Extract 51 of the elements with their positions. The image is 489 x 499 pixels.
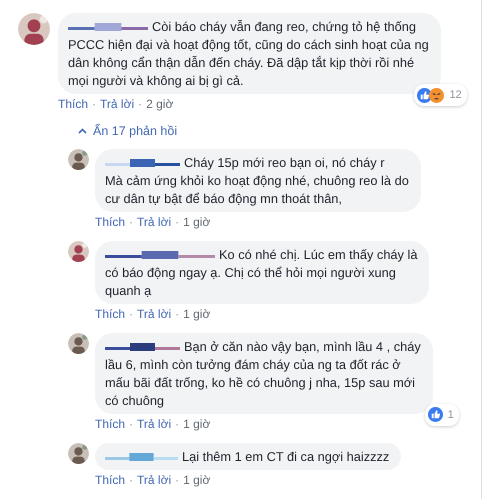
comment-text: Còi báo cháy vẫn đang reo, chứng tỏ hệ thống xyxy=(152,18,416,36)
comment-text: lầu 6, mình còn tưởng đám cháy của ng ta đốt rác ở xyxy=(105,356,401,374)
avatar[interactable] xyxy=(18,13,50,45)
timestamp: 1 giờ xyxy=(183,306,210,321)
avatar[interactable] xyxy=(68,240,89,262)
separator-dot: · xyxy=(129,416,134,431)
hide-replies-link[interactable]: Ẩn 17 phản hồi xyxy=(93,122,178,141)
separator-dot: · xyxy=(175,472,180,487)
separator-dot: · xyxy=(129,214,134,229)
angry-face-icon xyxy=(429,88,444,102)
avatar[interactable] xyxy=(68,442,89,464)
comment-text: PCCC hiện đại và hoạt động tốt, cũng do cách sinh hoạt của ng xyxy=(68,36,429,54)
like-icon xyxy=(428,407,443,422)
comment-text: có chuông xyxy=(105,392,164,410)
like-link[interactable]: Thích xyxy=(95,214,126,229)
timestamp: 2 giờ xyxy=(146,97,174,111)
comment-text: Bạn ở căn nào vậy bạn, mình lầu 4 , cháy xyxy=(184,338,421,356)
comment-text: cư dân tự bật để báo động mn thoát thân, xyxy=(105,190,342,208)
separator-dot: · xyxy=(175,416,180,431)
separator-dot: · xyxy=(129,472,134,487)
comment-text: mấu bãi đất trống, ko hề có chuông j nha, 15p sau mới xyxy=(105,374,416,392)
like-link[interactable]: Thích xyxy=(95,472,126,487)
separator-dot: · xyxy=(92,97,96,111)
timestamp: 1 giờ xyxy=(183,214,210,229)
comment-text: Lại thêm 1 em CT đi ca ngợi haizzzz xyxy=(182,448,390,466)
comment-text: Mà cảm ứng khỏi ko hoạt động nhé, chuông reo là do xyxy=(105,172,409,190)
comment-text: có báo động ngay ạ. Chị có thể hỏi mọi người xung xyxy=(105,264,396,282)
like-link[interactable]: Thích xyxy=(58,97,88,111)
separator-dot: · xyxy=(175,214,180,229)
caret-up-icon[interactable] xyxy=(78,128,87,134)
comment-text: Cháy 15p mới reo bạn oi, nó cháy r xyxy=(184,154,384,172)
like-link[interactable]: Thích xyxy=(95,306,126,321)
reaction-count: 12 xyxy=(449,88,462,103)
like-link[interactable]: Thích xyxy=(95,416,126,431)
comment-text: Ko có nhé chị. Lúc em thấy cháy là xyxy=(219,246,418,264)
comment-text: mọi người và không ai bị gì cả. xyxy=(68,72,244,90)
separator-dot: · xyxy=(175,306,180,321)
separator-dot: · xyxy=(129,306,134,321)
reply-link[interactable]: Trả lời xyxy=(137,214,172,229)
avatar[interactable] xyxy=(68,332,89,354)
reply-link[interactable]: Trả lời xyxy=(137,306,172,321)
timestamp: 1 giờ xyxy=(183,472,210,487)
separator-dot: · xyxy=(138,97,142,111)
reaction-count: 1 xyxy=(448,408,454,423)
comment-text: dân không cẩn thận dẫn đến cháy. Đã dập tắt kịp thời rồi nhé xyxy=(68,54,414,72)
reply-link[interactable]: Trả lời xyxy=(137,416,172,431)
reply-link[interactable]: Trả lời xyxy=(100,97,134,111)
timestamp: 1 giờ xyxy=(183,416,210,431)
comment-text: quanh ạ xyxy=(105,282,152,300)
avatar[interactable] xyxy=(68,148,89,170)
reply-link[interactable]: Trả lời xyxy=(137,472,172,487)
